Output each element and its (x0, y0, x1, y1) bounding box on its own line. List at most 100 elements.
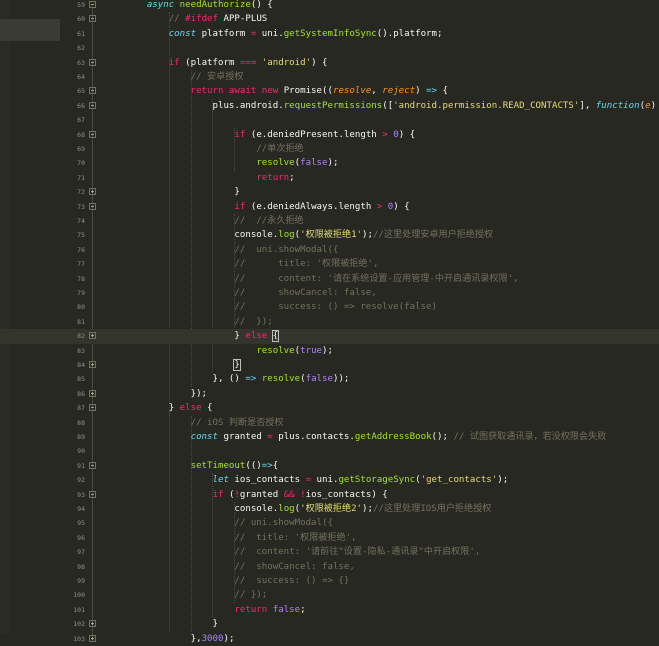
code-token: //单次拒绝 (256, 144, 304, 154)
code-line[interactable]: 98 // showCancel: false, (0, 560, 659, 574)
line-number: 67 (77, 116, 85, 125)
code-line[interactable]: 77 // title: '权限被拒绝', (0, 257, 659, 271)
code-line[interactable]: 70 resolve(false); (0, 156, 659, 170)
code-line[interactable]: 60 // #ifdef APP-PLUS (0, 12, 659, 26)
code-token: { (207, 403, 213, 414)
code-token: APP-PLUS (223, 14, 268, 25)
code-token: 'get_contacts' (420, 475, 498, 486)
code-line[interactable]: 89 const granted = plus.contacts.getAddr… (0, 430, 659, 444)
code-line[interactable]: 79 // showCancel: false, (0, 286, 659, 300)
line-number: 95 (77, 519, 85, 528)
code-line[interactable]: 64 // 安卓授权 (0, 70, 659, 84)
code-line[interactable]: 95 // uni.showModal({ (0, 516, 659, 530)
fold-toggle-icon[interactable] (89, 1, 96, 8)
code-line[interactable]: 99 // success: () => {} (0, 574, 659, 588)
code-line[interactable]: 88 // iOS 判断是否授权 (0, 416, 659, 430)
fold-toggle-icon[interactable] (89, 404, 96, 412)
code-text: // uni.showModal({ (103, 243, 338, 257)
fold-toggle-icon[interactable] (89, 130, 96, 138)
code-token: ); (327, 158, 339, 169)
code-line[interactable]: 72 } (0, 185, 659, 199)
fold-toggle-icon[interactable] (89, 15, 96, 23)
code-token: }); (103, 388, 208, 399)
code-line[interactable]: 100 // }); (0, 588, 659, 602)
code-line[interactable]: 59 async needAuthorize() { (0, 0, 659, 12)
code-line[interactable]: 102 } (0, 617, 659, 631)
fold-toggle-icon[interactable] (89, 490, 96, 498)
code-line[interactable]: 67 (0, 113, 659, 127)
code-token: } (103, 403, 180, 414)
line-number: 62 (77, 44, 85, 53)
code-line[interactable]: 91 setTimeout(()=>{ (0, 459, 659, 473)
code-text: if (e.deniedPresent.length > 0) { (103, 128, 415, 142)
code-line[interactable]: 92 let ios_contacts = uni.getStorageSync… (0, 473, 659, 487)
code-line[interactable]: 90 (0, 444, 659, 458)
code-editor[interactable]: 59 async needAuthorize() {60 // #ifdef A… (0, 0, 659, 644)
code-line[interactable]: 81 // }); (0, 315, 659, 329)
code-token: = (250, 28, 262, 39)
code-token: #ifdef (185, 14, 224, 25)
code-line[interactable]: 87 } else { (0, 401, 659, 415)
code-line[interactable]: 82 } else { (0, 329, 659, 344)
fold-end-icon[interactable] (89, 620, 96, 628)
code-token: = (267, 432, 279, 442)
code-line[interactable]: 73 if (e.deniedAlways.length > 0) { (0, 200, 659, 214)
code-line[interactable]: 101 return false; (0, 603, 659, 617)
code-line[interactable]: 84 } (0, 358, 659, 372)
code-token: plus.contacts. (278, 432, 355, 442)
code-token: // title: '权限被拒绝', (234, 259, 379, 270)
line-number: 90 (77, 447, 85, 456)
code-line[interactable]: 93 if (!granted && !ios_contacts) { (0, 488, 659, 502)
code-line[interactable]: 68 if (e.deniedPresent.length > 0) { (0, 128, 659, 142)
fold-toggle-icon[interactable] (89, 202, 96, 210)
code-line[interactable]: 86 }); (0, 387, 659, 401)
code-line[interactable]: 85 }, () => resolve(false)); (0, 372, 659, 386)
code-line[interactable]: 75 console.log('权限被拒绝1');//这里处理安卓用户拒绝授权 (0, 228, 659, 242)
code-line[interactable]: 69 //单次拒绝 (0, 142, 659, 156)
code-token: (); (431, 432, 454, 442)
line-number: 75 (77, 231, 85, 240)
code-line[interactable]: 65 return await new Promise((resolve, re… (0, 84, 659, 98)
code-line[interactable]: 76 // uni.showModal({ (0, 243, 659, 257)
code-token: ) (415, 86, 427, 97)
code-token: (e.deniedPresent.length (250, 129, 383, 140)
code-text: console.log('权限被拒绝2');//这里处理IOS用户拒绝授权 (103, 502, 491, 516)
code-token: return await new (190, 86, 284, 97)
code-line[interactable]: 61 const platform = uni.getSystemInfoSyn… (0, 27, 659, 41)
code-token: // success: () => resolve(false) (234, 302, 437, 313)
code-text: async needAuthorize() { (103, 0, 273, 12)
code-line[interactable]: 78 // content: '请在系统设置-应用管理-中开启通讯录权限', (0, 272, 659, 286)
fold-toggle-icon[interactable] (89, 461, 96, 469)
line-number: 78 (77, 274, 85, 283)
code-line[interactable]: 66 plus.android.requestPermissions(['and… (0, 99, 659, 113)
code-line[interactable]: 97 // content: '请前往"设置-隐私-通讯录"中开启权限', (0, 545, 659, 559)
code-token: true (300, 345, 323, 356)
code-line[interactable]: 83 resolve(true); (0, 344, 659, 358)
fold-end-icon[interactable] (89, 361, 96, 368)
code-line[interactable]: 63 if (platform === 'android') { (0, 56, 659, 70)
fold-end-icon[interactable] (89, 389, 96, 397)
code-line[interactable]: 94 console.log('权限被拒绝2');//这里处理IOS用户拒绝授权 (0, 502, 659, 516)
code-text: // content: '请在系统设置-应用管理-中开启通讯录权限', (103, 272, 518, 286)
fold-end-icon[interactable] (89, 188, 96, 196)
code-token: (platform (185, 57, 240, 68)
code-line[interactable]: 62 (0, 41, 659, 55)
fold-end-icon[interactable] (89, 332, 96, 340)
fold-end-icon[interactable] (89, 634, 96, 642)
code-line[interactable]: 71 return; (0, 171, 659, 185)
code-line[interactable]: 80 // success: () => resolve(false) (0, 300, 659, 314)
code-line[interactable]: 74 // //永久拒绝 (0, 214, 659, 228)
fold-toggle-icon[interactable] (89, 87, 96, 95)
fold-toggle-icon[interactable] (89, 101, 96, 109)
code-token: const (190, 432, 224, 442)
fold-toggle-icon[interactable] (89, 58, 96, 66)
code-line[interactable]: 96 // title: '权限被拒绝', (0, 531, 659, 545)
code-token: () { (250, 0, 273, 10)
